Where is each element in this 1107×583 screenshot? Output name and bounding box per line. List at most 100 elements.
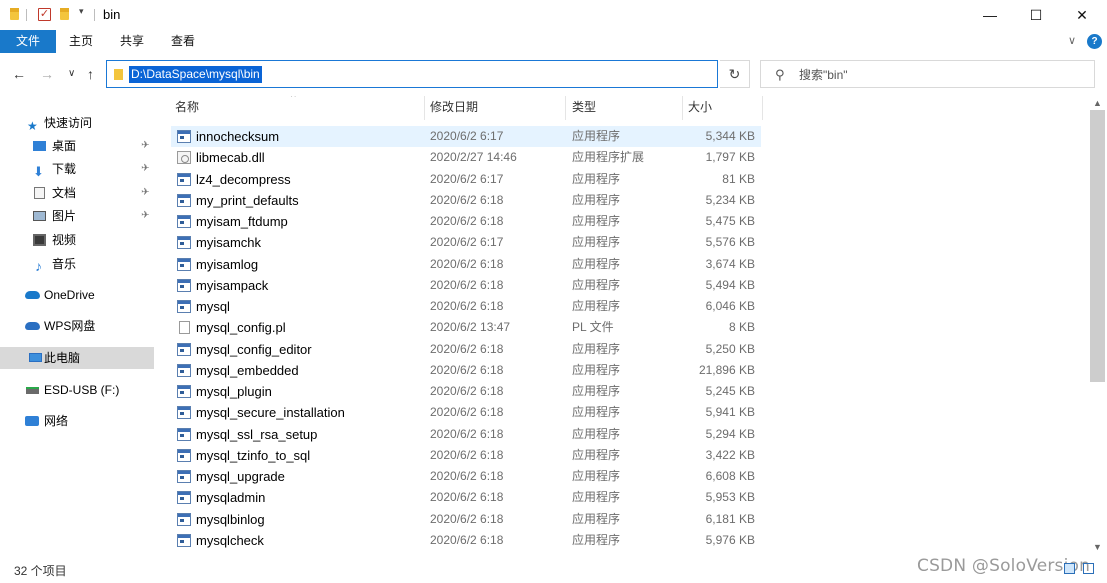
table-row[interactable]: mysql 2020/6/2 6:18 应用程序 6,046 KB bbox=[171, 296, 761, 317]
sidebar-item-pictures[interactable]: 图片 ✈ bbox=[0, 205, 154, 227]
sidebar-item-desktop[interactable]: 桌面 ✈ bbox=[0, 135, 154, 157]
table-row[interactable]: mysql_secure_installation 2020/6/2 6:18 应用… bbox=[171, 402, 761, 423]
large-icons-view-icon[interactable] bbox=[1083, 563, 1094, 574]
sidebar-item-onedrive[interactable]: OneDrive bbox=[0, 284, 154, 306]
application-icon bbox=[177, 470, 191, 483]
search-input[interactable] bbox=[799, 66, 1079, 83]
close-button[interactable]: ✕ bbox=[1059, 0, 1105, 30]
sidebar-item-downloads[interactable]: ⬇ 下载 ✈ bbox=[0, 158, 154, 180]
file-type: 应用程序 bbox=[572, 192, 621, 207]
cloud-drive-icon bbox=[25, 322, 40, 330]
column-header-type[interactable]: 类型 bbox=[572, 96, 596, 118]
refresh-button[interactable]: ↻ bbox=[720, 60, 750, 88]
table-row[interactable]: my_print_defaults 2020/6/2 6:18 应用程序 5,234 … bbox=[171, 190, 761, 211]
tab-view[interactable]: 查看 bbox=[164, 30, 202, 53]
application-icon bbox=[177, 130, 191, 143]
file-modified-date: 2020/6/2 6:18 bbox=[430, 192, 504, 207]
table-row[interactable]: mysql_tzinfo_to_sql 2020/6/2 6:18 应用程序 3,42… bbox=[171, 445, 761, 466]
sidebar-item-videos[interactable]: 视频 bbox=[0, 229, 154, 251]
tab-home[interactable]: 主页 bbox=[62, 30, 100, 53]
scroll-up-arrow-icon[interactable]: ▲ bbox=[1093, 98, 1102, 108]
pin-icon[interactable]: ✈ bbox=[141, 158, 149, 180]
file-modified-date: 2020/6/2 6:18 bbox=[430, 214, 504, 228]
file-type: 应用程序扩展 bbox=[572, 150, 645, 165]
tab-file[interactable]: 文件 bbox=[0, 30, 56, 53]
table-row[interactable]: myisamlog 2020/6/2 6:18 应用程序 3,674 KB bbox=[171, 254, 761, 275]
properties-check-icon[interactable]: ✓ bbox=[38, 8, 51, 21]
sidebar-item-quick-access[interactable]: ★ 快速访问 bbox=[0, 112, 154, 134]
minimize-button[interactable]: — bbox=[967, 0, 1013, 30]
column-divider[interactable] bbox=[424, 96, 425, 120]
file-modified-date: 2020/6/2 6:18 bbox=[430, 405, 504, 420]
table-row[interactable]: lz4_decompress 2020/6/2 6:17 应用程序 81 KB bbox=[171, 169, 761, 190]
file-size: 5,494 KB bbox=[705, 277, 755, 292]
expand-ribbon-chevron-icon[interactable]: ∨ bbox=[1068, 34, 1076, 47]
table-row[interactable]: mysql_config_editor 2020/6/2 6:18 应用程序 5,25… bbox=[171, 339, 761, 360]
details-view-icon[interactable] bbox=[1064, 563, 1075, 574]
pin-icon[interactable]: ✈ bbox=[141, 135, 149, 157]
scroll-down-arrow-icon[interactable]: ▼ bbox=[1093, 542, 1102, 552]
application-icon bbox=[177, 533, 191, 547]
sidebar-item-label: 桌面 bbox=[52, 139, 77, 153]
table-row[interactable]: myisam_ftdump 2020/6/2 6:18 应用程序 5,475 KB bbox=[171, 211, 761, 232]
column-divider[interactable] bbox=[565, 96, 566, 120]
address-bar[interactable]: D:\DataSpace\mysql\bin ∨ bbox=[106, 60, 808, 88]
file-size: 3,674 KB bbox=[705, 256, 755, 271]
file-type: 应用程序 bbox=[572, 490, 621, 505]
table-row[interactable]: myisamchk 2020/6/2 6:17 应用程序 5,576 KB bbox=[171, 232, 761, 253]
sidebar-item-usb-drive[interactable]: ESD-USB (F:) bbox=[0, 379, 154, 401]
table-row[interactable]: mysql_plugin 2020/6/2 6:18 应用程序 5,245 KB bbox=[171, 381, 761, 402]
table-row[interactable]: myisampack 2020/6/2 6:18 应用程序 5,494 KB bbox=[171, 275, 761, 296]
application-icon bbox=[177, 172, 191, 186]
file-size: 6,046 KB bbox=[705, 299, 755, 313]
search-box[interactable]: ⚲ bbox=[760, 60, 1095, 88]
table-row[interactable]: mysqladmin 2020/6/2 6:18 应用程序 5,953 KB bbox=[171, 487, 761, 508]
help-icon[interactable]: ? bbox=[1087, 34, 1102, 49]
application-icon bbox=[177, 278, 191, 292]
back-button[interactable]: ← bbox=[12, 66, 26, 82]
sidebar-item-music[interactable]: ♪ 音乐 bbox=[0, 253, 154, 275]
file-modified-date: 2020/6/2 6:17 bbox=[430, 171, 504, 186]
file-type: 应用程序 bbox=[572, 362, 621, 377]
customize-toolbar-chevron-icon[interactable]: ▾ bbox=[79, 6, 84, 17]
file-modified-date: 2020/6/2 6:18 bbox=[430, 256, 504, 271]
file-type: 应用程序 bbox=[572, 447, 621, 462]
table-row[interactable]: mysql_embedded 2020/6/2 6:18 应用程序 21,896 KB bbox=[171, 360, 761, 381]
sidebar-item-label: WPS网盘 bbox=[44, 319, 96, 333]
forward-button[interactable]: → bbox=[40, 66, 54, 82]
table-row[interactable]: innochecksum 2020/6/2 6:17 应用程序 5,344 KB bbox=[171, 126, 761, 147]
application-icon bbox=[177, 406, 191, 420]
pin-icon[interactable]: ✈ bbox=[141, 182, 149, 204]
table-row[interactable]: mysqlcheck 2020/6/2 6:18 应用程序 5,976 KB bbox=[171, 530, 761, 551]
sidebar-item-label: 文档 bbox=[52, 186, 77, 200]
column-divider[interactable] bbox=[682, 96, 683, 120]
table-row[interactable]: mysqlbinlog 2020/6/2 6:18 应用程序 6,181 KB bbox=[171, 509, 761, 530]
table-row[interactable]: mysql_config.pl 2020/6/2 13:47 PL 文件 8 KB bbox=[171, 317, 761, 338]
recent-locations-chevron-icon[interactable]: ∨ bbox=[68, 68, 75, 79]
application-icon bbox=[177, 512, 191, 526]
column-header-date[interactable]: 修改日期 bbox=[430, 96, 478, 118]
sidebar-item-this-pc[interactable]: 此电脑 bbox=[0, 347, 154, 369]
pin-icon[interactable]: ✈ bbox=[141, 205, 149, 227]
file-size: 5,941 KB bbox=[705, 405, 755, 420]
table-row[interactable]: libmecab.dll 2020/2/27 14:46 应用程序扩展 1,797 K… bbox=[171, 147, 761, 168]
new-folder-icon[interactable] bbox=[60, 8, 69, 20]
scrollbar-thumb[interactable] bbox=[1090, 110, 1105, 382]
star-icon: ★ bbox=[27, 119, 38, 133]
sidebar-item-documents[interactable]: 文档 ✈ bbox=[0, 182, 154, 204]
table-row[interactable]: mysql_ssl_rsa_setup 2020/6/2 6:18 应用程序 5,29… bbox=[171, 424, 761, 445]
tab-share[interactable]: 共享 bbox=[113, 30, 151, 53]
table-row[interactable]: mysql_upgrade 2020/6/2 6:18 应用程序 6,608 KB bbox=[171, 466, 761, 487]
file-name: mysql_ssl_rsa_setup bbox=[196, 426, 318, 442]
sidebar-item-wps-drive[interactable]: WPS网盘 bbox=[0, 315, 154, 337]
file-modified-date: 2020/2/27 14:46 bbox=[430, 150, 517, 165]
vertical-scrollbar[interactable]: ▲ ▼ bbox=[1088, 96, 1107, 556]
column-header-name[interactable]: 名称 bbox=[175, 96, 199, 118]
column-divider[interactable] bbox=[762, 96, 763, 120]
column-header-size[interactable]: 大小 bbox=[688, 96, 712, 118]
usb-drive-icon bbox=[26, 387, 39, 394]
address-path[interactable]: D:\DataSpace\mysql\bin bbox=[129, 66, 262, 83]
sidebar-item-network[interactable]: 网络 bbox=[0, 410, 154, 432]
maximize-button[interactable]: ☐ bbox=[1013, 0, 1059, 30]
up-button[interactable]: ↑ bbox=[87, 66, 94, 82]
